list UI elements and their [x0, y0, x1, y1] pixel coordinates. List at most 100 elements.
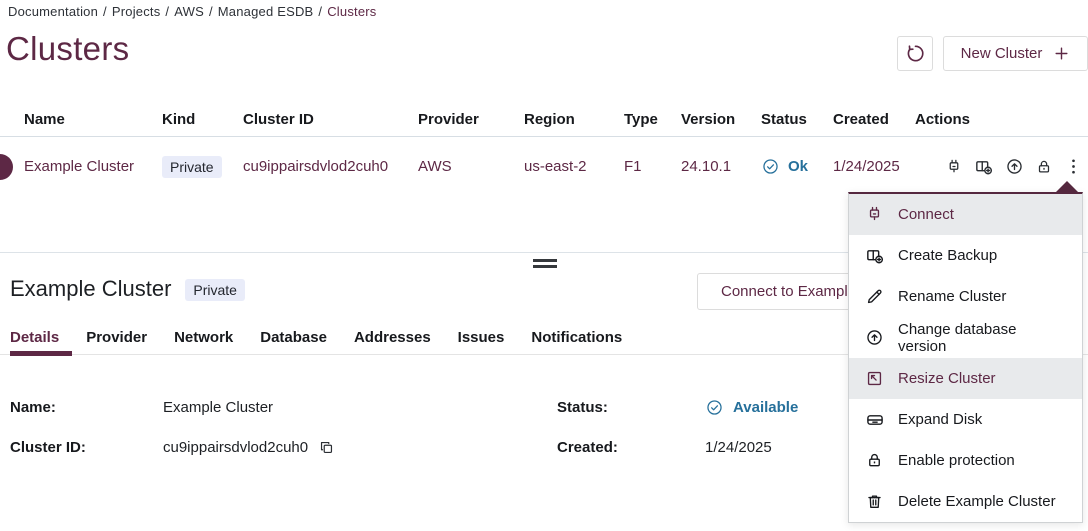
change-version-action-button[interactable] [1005, 157, 1024, 176]
status-value-text: Available [733, 399, 798, 416]
column-header-region: Region [524, 111, 624, 128]
create-backup-action-button[interactable] [974, 157, 994, 177]
new-cluster-label: New Cluster [961, 45, 1043, 62]
status-text: Ok [788, 158, 808, 175]
column-header-name: Name [24, 111, 162, 128]
resize-icon [864, 369, 885, 388]
breadcrumb-item-aws[interactable]: AWS [174, 4, 204, 19]
cell-kind: Private [162, 156, 243, 178]
breadcrumb-separator: / [103, 4, 107, 19]
column-header-version: Version [681, 111, 761, 128]
cell-actions [915, 157, 1088, 177]
tab-details[interactable]: Details [10, 329, 59, 346]
column-header-provider: Provider [418, 111, 524, 128]
connect-plug-icon [945, 158, 963, 176]
status-value: Available [705, 398, 840, 417]
column-header-kind: Kind [162, 111, 243, 128]
tab-issues[interactable]: Issues [458, 329, 505, 346]
breadcrumb-current-clusters: Clusters [327, 4, 376, 19]
menu-item-label: Resize Cluster [898, 370, 996, 387]
cell-type: F1 [624, 158, 681, 175]
ok-status-icon [761, 157, 780, 176]
breadcrumb: Documentation / Projects / AWS / Managed ESDB /… [8, 4, 377, 19]
plus-icon [1053, 45, 1070, 62]
created-value: 1/24/2025 [705, 439, 840, 456]
lock-icon [1035, 158, 1053, 176]
version-up-icon [1005, 157, 1024, 176]
kind-badge: Private [162, 156, 222, 178]
column-header-type: Type [624, 111, 681, 128]
name-label: Name: [10, 399, 163, 416]
trash-icon [864, 492, 885, 511]
cell-status: Ok [761, 157, 833, 176]
kebab-menu-button[interactable] [1064, 157, 1083, 176]
menu-item-delete-cluster[interactable]: Delete Example Cluster [849, 481, 1082, 522]
breadcrumb-item-documentation[interactable]: Documentation [8, 4, 98, 19]
actions-dropdown-menu: Connect Create Backup Rename Cluster [848, 192, 1083, 523]
tab-network[interactable]: Network [174, 329, 233, 346]
copy-icon [318, 439, 335, 456]
kebab-menu-icon [1064, 157, 1083, 176]
menu-item-rename-cluster[interactable]: Rename Cluster [849, 276, 1082, 317]
cell-version: 24.10.1 [681, 158, 761, 175]
table-row[interactable]: Example Cluster Private cu9ippairsdvlod2… [0, 138, 1088, 195]
cell-provider: AWS [418, 158, 524, 175]
tab-database[interactable]: Database [260, 329, 327, 346]
status-label: Status: [557, 399, 705, 416]
breadcrumb-item-projects[interactable]: Projects [112, 4, 161, 19]
breadcrumb-separator: / [209, 4, 213, 19]
cell-region: us-east-2 [524, 158, 624, 175]
tab-addresses[interactable]: Addresses [354, 329, 431, 346]
menu-item-expand-disk[interactable]: Expand Disk [849, 399, 1082, 440]
available-status-icon [705, 398, 724, 417]
column-header-actions: Actions [915, 111, 1088, 128]
refresh-button[interactable] [897, 36, 933, 71]
menu-item-change-database-version[interactable]: Change database version [849, 317, 1082, 358]
cluster-id-label: Cluster ID: [10, 439, 163, 456]
cell-cluster-id: cu9ippairsdvlod2cuh0 [243, 158, 418, 175]
column-header-created: Created [833, 111, 915, 128]
cell-created: 1/24/2025 [833, 158, 915, 175]
created-label: Created: [557, 439, 705, 456]
menu-item-enable-protection[interactable]: Enable protection [849, 440, 1082, 481]
menu-item-label: Delete Example Cluster [898, 493, 1056, 510]
menu-item-label: Enable protection [898, 452, 1015, 469]
clusters-page: Documentation / Projects / AWS / Managed ESDB /… [0, 0, 1088, 531]
private-badge: Private [185, 279, 245, 301]
connect-button-label: Connect to Exampl [721, 283, 848, 300]
cell-name[interactable]: Example Cluster [24, 158, 162, 175]
menu-item-create-backup[interactable]: Create Backup [849, 235, 1082, 276]
backup-icon [974, 157, 994, 177]
page-title: Clusters [6, 30, 129, 68]
menu-caret [1056, 181, 1078, 192]
detail-fields: Name: Example Cluster Status: Available … [10, 398, 840, 456]
version-up-icon [864, 328, 885, 347]
menu-item-label: Rename Cluster [898, 288, 1006, 305]
menu-item-connect[interactable]: Connect [849, 194, 1082, 235]
protection-action-button[interactable] [1035, 158, 1053, 176]
breadcrumb-item-managed-esdb[interactable]: Managed ESDB [218, 4, 314, 19]
tab-notifications[interactable]: Notifications [531, 329, 622, 346]
pencil-icon [864, 287, 885, 306]
cluster-id-value: cu9ippairsdvlod2cuh0 [163, 439, 557, 456]
connect-action-button[interactable] [945, 158, 963, 176]
copy-cluster-id-button[interactable] [318, 439, 335, 456]
breadcrumb-separator: / [165, 4, 169, 19]
table-header: Name Kind Cluster ID Provider Region Typ… [0, 103, 1088, 137]
detail-title: Example Cluster [10, 276, 171, 302]
menu-item-label: Create Backup [898, 247, 997, 264]
plug-icon [864, 205, 885, 224]
breadcrumb-separator: / [318, 4, 322, 19]
menu-item-resize-cluster[interactable]: Resize Cluster [849, 358, 1082, 399]
column-header-cluster-id: Cluster ID [243, 111, 418, 128]
new-cluster-button[interactable]: New Cluster [943, 36, 1088, 71]
tab-provider[interactable]: Provider [86, 329, 147, 346]
column-header-status: Status [761, 111, 833, 128]
lock-icon [864, 451, 885, 470]
drag-handle[interactable] [533, 259, 557, 268]
active-tab-indicator [10, 351, 72, 356]
menu-item-label: Connect [898, 206, 954, 223]
disk-icon [864, 410, 885, 430]
name-value: Example Cluster [163, 399, 557, 416]
cluster-id-text: cu9ippairsdvlod2cuh0 [163, 439, 308, 456]
